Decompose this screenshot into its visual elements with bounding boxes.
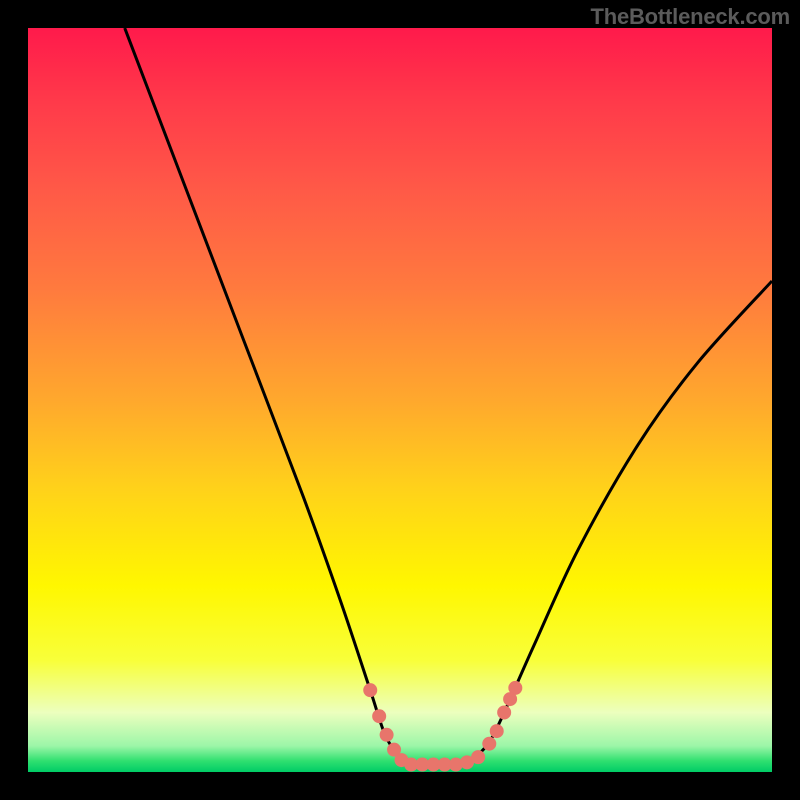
bottleneck-curve [125, 28, 772, 765]
plot-area [28, 28, 772, 772]
marker-group [363, 681, 522, 772]
curve-marker [482, 737, 496, 751]
curve-marker [497, 705, 511, 719]
bottleneck-curve-svg [28, 28, 772, 772]
curve-marker [372, 709, 386, 723]
curve-marker [363, 683, 377, 697]
curve-marker [508, 681, 522, 695]
curve-marker [380, 728, 394, 742]
chart-frame: TheBottleneck.com [0, 0, 800, 800]
curve-marker [490, 724, 504, 738]
curve-marker [471, 750, 485, 764]
watermark-text: TheBottleneck.com [590, 4, 790, 30]
